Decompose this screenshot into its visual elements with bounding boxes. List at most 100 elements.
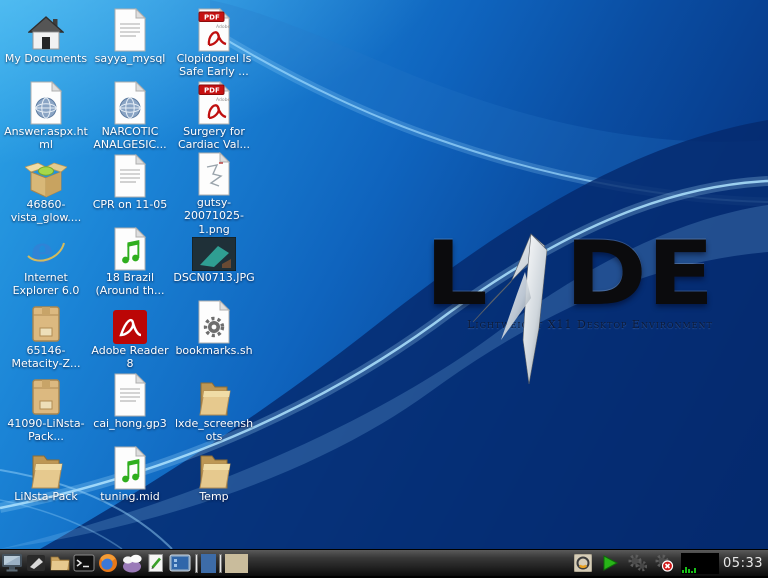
desktop-icon-label: LiNsta-Pack xyxy=(14,490,77,503)
desktop-icon-label: tuning.mid xyxy=(100,490,160,503)
pager-separator xyxy=(219,554,222,573)
folder-icon xyxy=(49,554,71,572)
desktop-icon-label: Clopidogrel Is Safe Early ... xyxy=(172,52,256,79)
terminal-launcher[interactable] xyxy=(72,552,96,575)
shell-script-icon xyxy=(196,300,232,344)
cpu-monitor[interactable] xyxy=(681,553,719,574)
web-browser-launcher[interactable] xyxy=(96,552,120,575)
media-play-tray-icon[interactable] xyxy=(598,552,622,575)
desktop-icon-label: 46860-vista_glow.... xyxy=(4,198,88,225)
taskbar-clock: 05:33 xyxy=(723,556,763,571)
house-icon xyxy=(28,16,64,52)
adobe-reader-icon xyxy=(113,310,147,344)
package-box-icon xyxy=(29,377,63,417)
desktop-wallpaper: L DE Lightweight X11 Desktop Environment… xyxy=(0,0,768,549)
desktop-icon-label: Adobe Reader 8 xyxy=(88,344,172,371)
desktop-icon-gutsy-png[interactable]: gutsy-20071025-1.png xyxy=(172,152,256,225)
desktop-icon-label: 65146-Metacity-Z... xyxy=(4,344,88,371)
pdf-document-icon xyxy=(196,81,232,125)
desktop-icon-surgery-cardiac[interactable]: Surgery for Cardiac Val... xyxy=(172,79,256,152)
desktop-icon-tuning-mid[interactable]: tuning.mid xyxy=(88,444,172,517)
desktop-icon-column-2: sayya_mysql NARCOTIC ANALGESIC... CPR on… xyxy=(88,6,172,517)
desktop-icon-cpr-on-11-05[interactable]: CPR on 11-05 xyxy=(88,152,172,225)
blue-screen-icon xyxy=(169,554,191,572)
desktop-icon-label: sayya_mysql xyxy=(95,52,166,65)
internet-explorer-icon xyxy=(26,231,66,271)
desktop-icon-label: 18 Brazil (Around th... xyxy=(88,271,172,298)
desktop-icon-41090-linsta-pack[interactable]: 41090-LiNsta-Pack... xyxy=(4,371,88,444)
desktop-icon-adobe-reader[interactable]: Adobe Reader 8 xyxy=(88,298,172,371)
desktop-icon-label: Temp xyxy=(199,490,228,503)
cpu-graph xyxy=(681,553,719,574)
desktop-icon-18-brazil[interactable]: 18 Brazil (Around th... xyxy=(88,225,172,298)
photo-thumbnail-icon xyxy=(192,237,236,271)
terminal-icon xyxy=(73,554,95,572)
gear-error-icon xyxy=(654,554,674,572)
show-desktop-icon xyxy=(26,553,46,573)
desktop-icon-my-documents[interactable]: My Documents xyxy=(4,6,88,79)
desktop-icon-column-3: Clopidogrel Is Safe Early ... Surgery fo… xyxy=(172,6,256,517)
desktop-icon-cai-hong[interactable]: cai_hong.gp3 xyxy=(88,371,172,444)
network-error-tray-icon[interactable] xyxy=(652,552,676,575)
text-document-icon xyxy=(112,373,148,417)
system-tray xyxy=(571,552,719,575)
play-icon xyxy=(601,554,619,572)
desktop-icon-internet-explorer[interactable]: Internet Explorer 6.0 xyxy=(4,225,88,298)
desktop-icon-label: lxde_screenshots xyxy=(172,417,256,444)
music-document-icon xyxy=(112,446,148,490)
desktop-icon-bookmarks-sh[interactable]: bookmarks.sh xyxy=(172,298,256,371)
desktop-icon-label: cai_hong.gp3 xyxy=(93,417,166,430)
workspace-2[interactable] xyxy=(225,554,248,573)
lxde-bird-icon xyxy=(481,238,565,308)
display-launcher[interactable] xyxy=(168,552,192,575)
text-editor-icon xyxy=(146,553,166,573)
desktop-icon-sayya-mysql[interactable]: sayya_mysql xyxy=(88,6,172,79)
desktop-icon-answer-aspx[interactable]: Answer.aspx.html xyxy=(4,79,88,152)
desktop-icon-clopidogrel[interactable]: Clopidogrel Is Safe Early ... xyxy=(172,6,256,79)
desktop-icon-label: Answer.aspx.html xyxy=(4,125,88,152)
desktop-icon-label: My Documents xyxy=(5,52,87,65)
desktop-icon-temp[interactable]: Temp xyxy=(172,444,256,517)
desktop-icon-dscn0713[interactable]: DSCN0713.JPG xyxy=(172,225,256,298)
monitor-icon xyxy=(1,553,23,573)
desktop-icon-label: Surgery for Cardiac Val... xyxy=(172,125,256,152)
show-desktop-button[interactable] xyxy=(24,552,48,575)
folder-icon xyxy=(195,450,233,490)
desktop-icon-lxde-screenshots[interactable]: lxde_screenshots xyxy=(172,371,256,444)
file-manager-launcher[interactable] xyxy=(48,552,72,575)
open-box-icon xyxy=(25,160,67,198)
desktop-icon-65146-metacity[interactable]: 65146-Metacity-Z... xyxy=(4,298,88,371)
desktop-icon-narcotic-analgesic[interactable]: NARCOTIC ANALGESIC... xyxy=(88,79,172,152)
desktop-icon-label: CPR on 11-05 xyxy=(93,198,168,211)
desktop-icon-label: DSCN0713.JPG xyxy=(173,271,254,284)
desktop-icon-46860-vista-glow[interactable]: 46860-vista_glow.... xyxy=(4,152,88,225)
html-document-icon xyxy=(112,81,148,125)
firefox-icon xyxy=(98,553,118,573)
logo-letter-de: DE xyxy=(565,238,714,310)
pdf-document-icon xyxy=(196,8,232,52)
html-document-icon xyxy=(28,81,64,125)
music-document-icon xyxy=(112,227,148,271)
desktop-icon-label: Internet Explorer 6.0 xyxy=(4,271,88,298)
menu-button[interactable] xyxy=(0,552,24,575)
package-box-icon xyxy=(29,304,63,344)
desktop-icon-label: NARCOTIC ANALGESIC... xyxy=(88,125,172,152)
chat-icon xyxy=(121,553,143,573)
lock-ring-icon xyxy=(574,554,592,572)
text-document-icon xyxy=(112,8,148,52)
workspace-pager xyxy=(195,554,248,573)
lxde-logo: L DE Lightweight X11 Desktop Environment xyxy=(425,238,755,331)
gears-icon xyxy=(627,554,647,572)
desktop-icon-label: 41090-LiNsta-Pack... xyxy=(4,417,88,444)
taskbar: 05:33 xyxy=(0,549,768,576)
screensaver-tray-icon[interactable] xyxy=(571,552,595,575)
workspace-1[interactable] xyxy=(201,554,216,573)
pager-separator xyxy=(195,554,198,573)
folder-icon xyxy=(195,377,233,417)
text-editor-launcher[interactable] xyxy=(144,552,168,575)
gears-tray-icon[interactable] xyxy=(625,552,649,575)
folder-icon xyxy=(27,450,65,490)
text-document-icon xyxy=(112,154,148,198)
chat-launcher[interactable] xyxy=(120,552,144,575)
desktop-icon-linsta-pack[interactable]: LiNsta-Pack xyxy=(4,444,88,517)
